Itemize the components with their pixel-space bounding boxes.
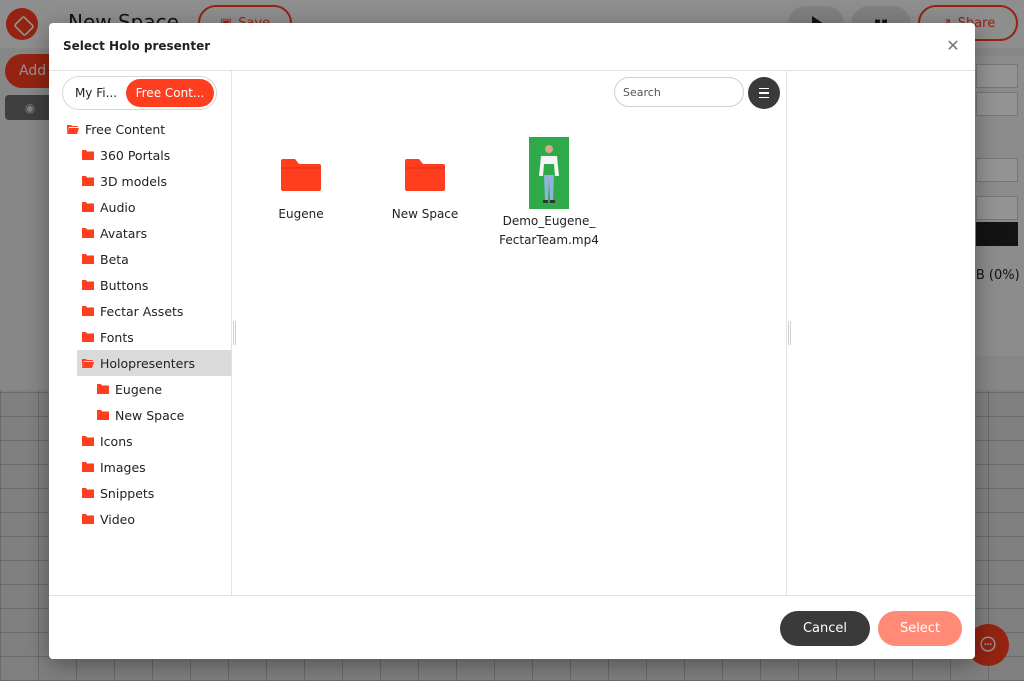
dialog-title: Select Holo presenter (63, 39, 211, 53)
tree-item-3d-models[interactable]: 3D models (49, 168, 231, 194)
tab-free-content[interactable]: Free Cont... (126, 79, 214, 107)
folder-icon (82, 280, 94, 290)
folder-icon (82, 462, 94, 472)
tree-item-label: Beta (100, 251, 129, 267)
tree-item-icons[interactable]: Icons (49, 428, 231, 454)
content-pane: Eugene New Space (232, 71, 786, 596)
folder-tree: Free Content 360 Portals 3D models Audio… (49, 116, 231, 532)
grid-item-label: New Space (391, 207, 459, 221)
tree-item-label: Icons (100, 433, 133, 449)
folder-icon (82, 176, 94, 186)
grid-item-new-space[interactable]: New Space (365, 159, 485, 224)
tree-item-label: 360 Portals (100, 147, 171, 163)
source-tabs: My Fi... Free Cont... (62, 76, 217, 110)
tree-item-eugene[interactable]: Eugene (49, 376, 231, 402)
close-icon[interactable]: ✕ (943, 36, 963, 56)
tree-item-avatars[interactable]: Avatars (49, 220, 231, 246)
dialog-footer: Cancel Select (49, 595, 975, 659)
dialog-body: My Fi... Free Cont... Free Content 360 P… (49, 71, 975, 596)
tree-item-label: Snippets (100, 485, 155, 501)
folder-icon (82, 150, 94, 160)
video-thumbnail (529, 137, 569, 209)
select-holo-presenter-dialog: Select Holo presenter ✕ My Fi... Free Co… (49, 23, 975, 659)
select-button[interactable]: Select (878, 611, 962, 646)
tree-item-holopresenters[interactable]: Holopresenters (77, 350, 231, 376)
dialog-header: Select Holo presenter ✕ (49, 23, 975, 71)
tree-item-label: Fonts (100, 329, 134, 345)
tree-item-audio[interactable]: Audio (49, 194, 231, 220)
folder-icon (82, 436, 94, 446)
grid-item-label: Eugene (278, 207, 324, 221)
menu-icon[interactable] (748, 77, 780, 109)
folder-icon (82, 254, 94, 264)
tree-item-fonts[interactable]: Fonts (49, 324, 231, 350)
tree-item-label: Images (100, 459, 146, 475)
preview-pane (786, 71, 975, 596)
tree-item-label: Buttons (100, 277, 149, 293)
cancel-button[interactable]: Cancel (780, 611, 870, 646)
folder-icon (405, 159, 445, 191)
tree-item-buttons[interactable]: Buttons (49, 272, 231, 298)
tree-item-new-space[interactable]: New Space (49, 402, 231, 428)
tree-item-label: Avatars (100, 225, 148, 241)
grid-item-label: Demo_Eugene_ FectarTeam.mp4 (489, 212, 609, 250)
folder-icon (281, 159, 321, 191)
tree-item-label: Video (100, 511, 136, 527)
tree-item-label: Holopresenters (100, 355, 196, 371)
grid-item-eugene[interactable]: Eugene (241, 159, 361, 224)
folder-open-icon (82, 358, 94, 368)
tree-item-label: 3D models (100, 173, 167, 189)
folder-open-icon (67, 124, 79, 134)
folder-icon (82, 488, 94, 498)
tree-item-fectar-assets[interactable]: Fectar Assets (49, 298, 231, 324)
tree-item-snippets[interactable]: Snippets (49, 480, 231, 506)
folder-icon (82, 306, 94, 316)
grid-item-label-line1: Demo_Eugene_ (502, 214, 596, 228)
folder-tree-pane: My Fi... Free Cont... Free Content 360 P… (49, 71, 232, 596)
tree-item-video[interactable]: Video (49, 506, 231, 532)
grid-item-demo-video[interactable]: Demo_Eugene_ FectarTeam.mp4 (489, 137, 609, 250)
tree-item-beta[interactable]: Beta (49, 246, 231, 272)
folder-icon (82, 228, 94, 238)
folder-icon (82, 202, 94, 212)
tab-my-files[interactable]: My Fi... (67, 79, 125, 107)
tree-item-label: Eugene (115, 381, 163, 397)
folder-icon (97, 384, 109, 394)
tree-item-360-portals[interactable]: 360 Portals (49, 142, 231, 168)
tree-item-label: Free Content (85, 121, 166, 137)
folder-icon (82, 332, 94, 342)
tree-item-images[interactable]: Images (49, 454, 231, 480)
tree-item-free-content[interactable]: Free Content (49, 116, 231, 142)
folder-icon (82, 514, 94, 524)
left-splitter-handle[interactable] (233, 321, 236, 345)
tree-item-label: Audio (100, 199, 136, 215)
tree-item-label: Fectar Assets (100, 303, 184, 319)
search-input[interactable] (614, 77, 744, 107)
folder-icon (97, 410, 109, 420)
tree-item-label: New Space (115, 407, 185, 423)
grid-item-label-line2: FectarTeam.mp4 (499, 233, 599, 247)
